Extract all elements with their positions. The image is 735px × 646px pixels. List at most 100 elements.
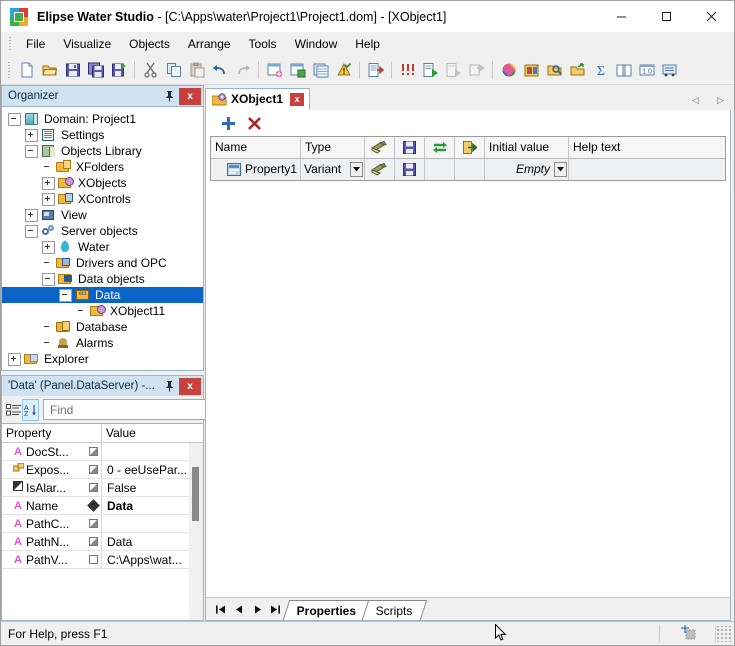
alphabetic-sort-button[interactable]: A Z: [22, 399, 39, 421]
type-dropdown[interactable]: Variant: [304, 161, 364, 178]
menu-objects[interactable]: Objects: [120, 34, 179, 54]
chevron-down-icon[interactable]: [350, 162, 363, 177]
tree-item-alarms[interactable]: Alarms: [2, 335, 203, 351]
tree-item-view[interactable]: View: [2, 207, 203, 223]
header-name[interactable]: Name: [211, 137, 301, 158]
cell-export[interactable]: [455, 159, 485, 180]
copy-icon[interactable]: [162, 59, 185, 81]
property-binding-indicator[interactable]: [85, 501, 101, 510]
property-name-cell[interactable]: IsAlar...: [2, 479, 102, 496]
report-icon[interactable]: [658, 59, 681, 81]
run-icon[interactable]: [419, 59, 442, 81]
header-help-text[interactable]: Help text: [569, 137, 725, 158]
expand-icon[interactable]: [8, 353, 21, 366]
cut-icon[interactable]: [139, 59, 162, 81]
version-icon[interactable]: 1.0: [635, 59, 658, 81]
tree-item-domain-project1[interactable]: Domain: Project1: [2, 111, 203, 127]
step-icon[interactable]: [442, 59, 465, 81]
collapse-icon[interactable]: [42, 273, 55, 286]
expand-icon[interactable]: [42, 193, 55, 206]
collapse-icon[interactable]: [59, 289, 72, 302]
tree-item-xcontrols[interactable]: XControls: [2, 191, 203, 207]
tree-item-explorer[interactable]: Explorer: [2, 351, 203, 367]
tree-item-water[interactable]: Water: [2, 239, 203, 255]
header-persist[interactable]: [395, 137, 425, 158]
find-box[interactable]: [43, 399, 228, 420]
tree-item-xobjects[interactable]: XObjects: [2, 175, 203, 191]
colors-icon[interactable]: [497, 59, 520, 81]
pin-icon[interactable]: [161, 88, 177, 105]
undo-icon[interactable]: [208, 59, 231, 81]
menu-tools[interactable]: Tools: [240, 34, 286, 54]
initial-value-chevron-down-icon[interactable]: [554, 162, 567, 177]
tree-item-drivers-and-opc[interactable]: Drivers and OPC: [2, 255, 203, 271]
library-icon[interactable]: [612, 59, 635, 81]
diagnostics-icon[interactable]: [396, 59, 419, 81]
expand-icon[interactable]: [42, 177, 55, 190]
sum-icon[interactable]: Σ: [589, 59, 612, 81]
maximize-button[interactable]: [644, 1, 689, 32]
nav-last-button[interactable]: [266, 600, 284, 618]
property-binding-indicator[interactable]: [85, 519, 101, 528]
property-row[interactable]: APathC...: [2, 515, 203, 533]
property-value-cell[interactable]: 0 - eeUsePar...: [102, 463, 203, 477]
property-name-cell[interactable]: APathC...: [2, 515, 102, 532]
collapse-icon[interactable]: [8, 113, 21, 126]
expand-icon[interactable]: [25, 129, 38, 142]
document-tab-close-button[interactable]: x: [290, 93, 304, 106]
properties-scrollbar-thumb[interactable]: [192, 467, 199, 521]
tree-item-xfolders[interactable]: XFolders: [2, 159, 203, 175]
cell-initial-value[interactable]: Empty: [485, 159, 569, 180]
organizer-close-button[interactable]: x: [179, 88, 201, 105]
property-value-cell[interactable]: False: [102, 481, 203, 495]
header-type[interactable]: Type: [301, 137, 365, 158]
menu-help[interactable]: Help: [346, 34, 389, 54]
collapse-icon[interactable]: [25, 145, 38, 158]
menu-window[interactable]: Window: [286, 34, 347, 54]
header-bidirectional[interactable]: [425, 137, 455, 158]
new-icon[interactable]: [15, 59, 38, 81]
redo-icon[interactable]: [231, 59, 254, 81]
paste-icon[interactable]: [185, 59, 208, 81]
expand-icon[interactable]: [25, 209, 38, 222]
property-row[interactable]: ADocSt...: [2, 443, 203, 461]
tree-item-data[interactable]: Data: [2, 287, 203, 303]
property-binding-indicator[interactable]: [85, 537, 101, 546]
new-screen-icon[interactable]: [263, 59, 286, 81]
new-window-icon[interactable]: [309, 59, 332, 81]
open-icon[interactable]: [38, 59, 61, 81]
collapse-icon[interactable]: [25, 225, 38, 238]
find-input[interactable]: [44, 402, 207, 418]
alarms-icon[interactable]: [332, 59, 355, 81]
resize-grip[interactable]: [716, 626, 732, 642]
cell-help-text[interactable]: [569, 159, 725, 180]
minimize-button[interactable]: [599, 1, 644, 32]
menu-arrange[interactable]: Arrange: [179, 34, 240, 54]
property-value-cell[interactable]: Data: [102, 499, 203, 513]
property-row[interactable]: ANameData: [2, 497, 203, 515]
property-name-cell[interactable]: ADocSt...: [2, 443, 102, 460]
property-value-cell[interactable]: C:\Apps\wat...: [102, 553, 203, 567]
menu-file[interactable]: File: [17, 34, 54, 54]
tree-item-objects-library[interactable]: Objects Library: [2, 143, 203, 159]
tree-item-database[interactable]: Database: [2, 319, 203, 335]
property-row[interactable]: APathV...C:\Apps\wat...: [2, 551, 203, 569]
properties-grid[interactable]: Property Value ADocSt...Expos...0 - eeUs…: [1, 423, 204, 621]
header-initial-value[interactable]: Initial value: [485, 137, 569, 158]
properties-scrollbar[interactable]: [189, 443, 203, 620]
property-binding-indicator[interactable]: [85, 447, 101, 456]
close-button[interactable]: [689, 1, 734, 32]
expand-icon[interactable]: [42, 241, 55, 254]
cell-retentive[interactable]: [365, 159, 395, 180]
table-row[interactable]: Property1 Variant: [211, 159, 725, 180]
property-value-cell[interactable]: Data: [102, 535, 203, 549]
document-tab-xobject1[interactable]: XObject1 x: [205, 88, 310, 110]
cell-persist[interactable]: [395, 159, 425, 180]
header-export[interactable]: [455, 137, 485, 158]
tab-scroll-right-icon[interactable]: ▷: [714, 94, 727, 107]
stop-icon[interactable]: [465, 59, 488, 81]
link-icon[interactable]: [566, 59, 589, 81]
property-row[interactable]: IsAlar...False: [2, 479, 203, 497]
tab-properties[interactable]: Properties: [283, 600, 371, 620]
export-icon[interactable]: [364, 59, 387, 81]
